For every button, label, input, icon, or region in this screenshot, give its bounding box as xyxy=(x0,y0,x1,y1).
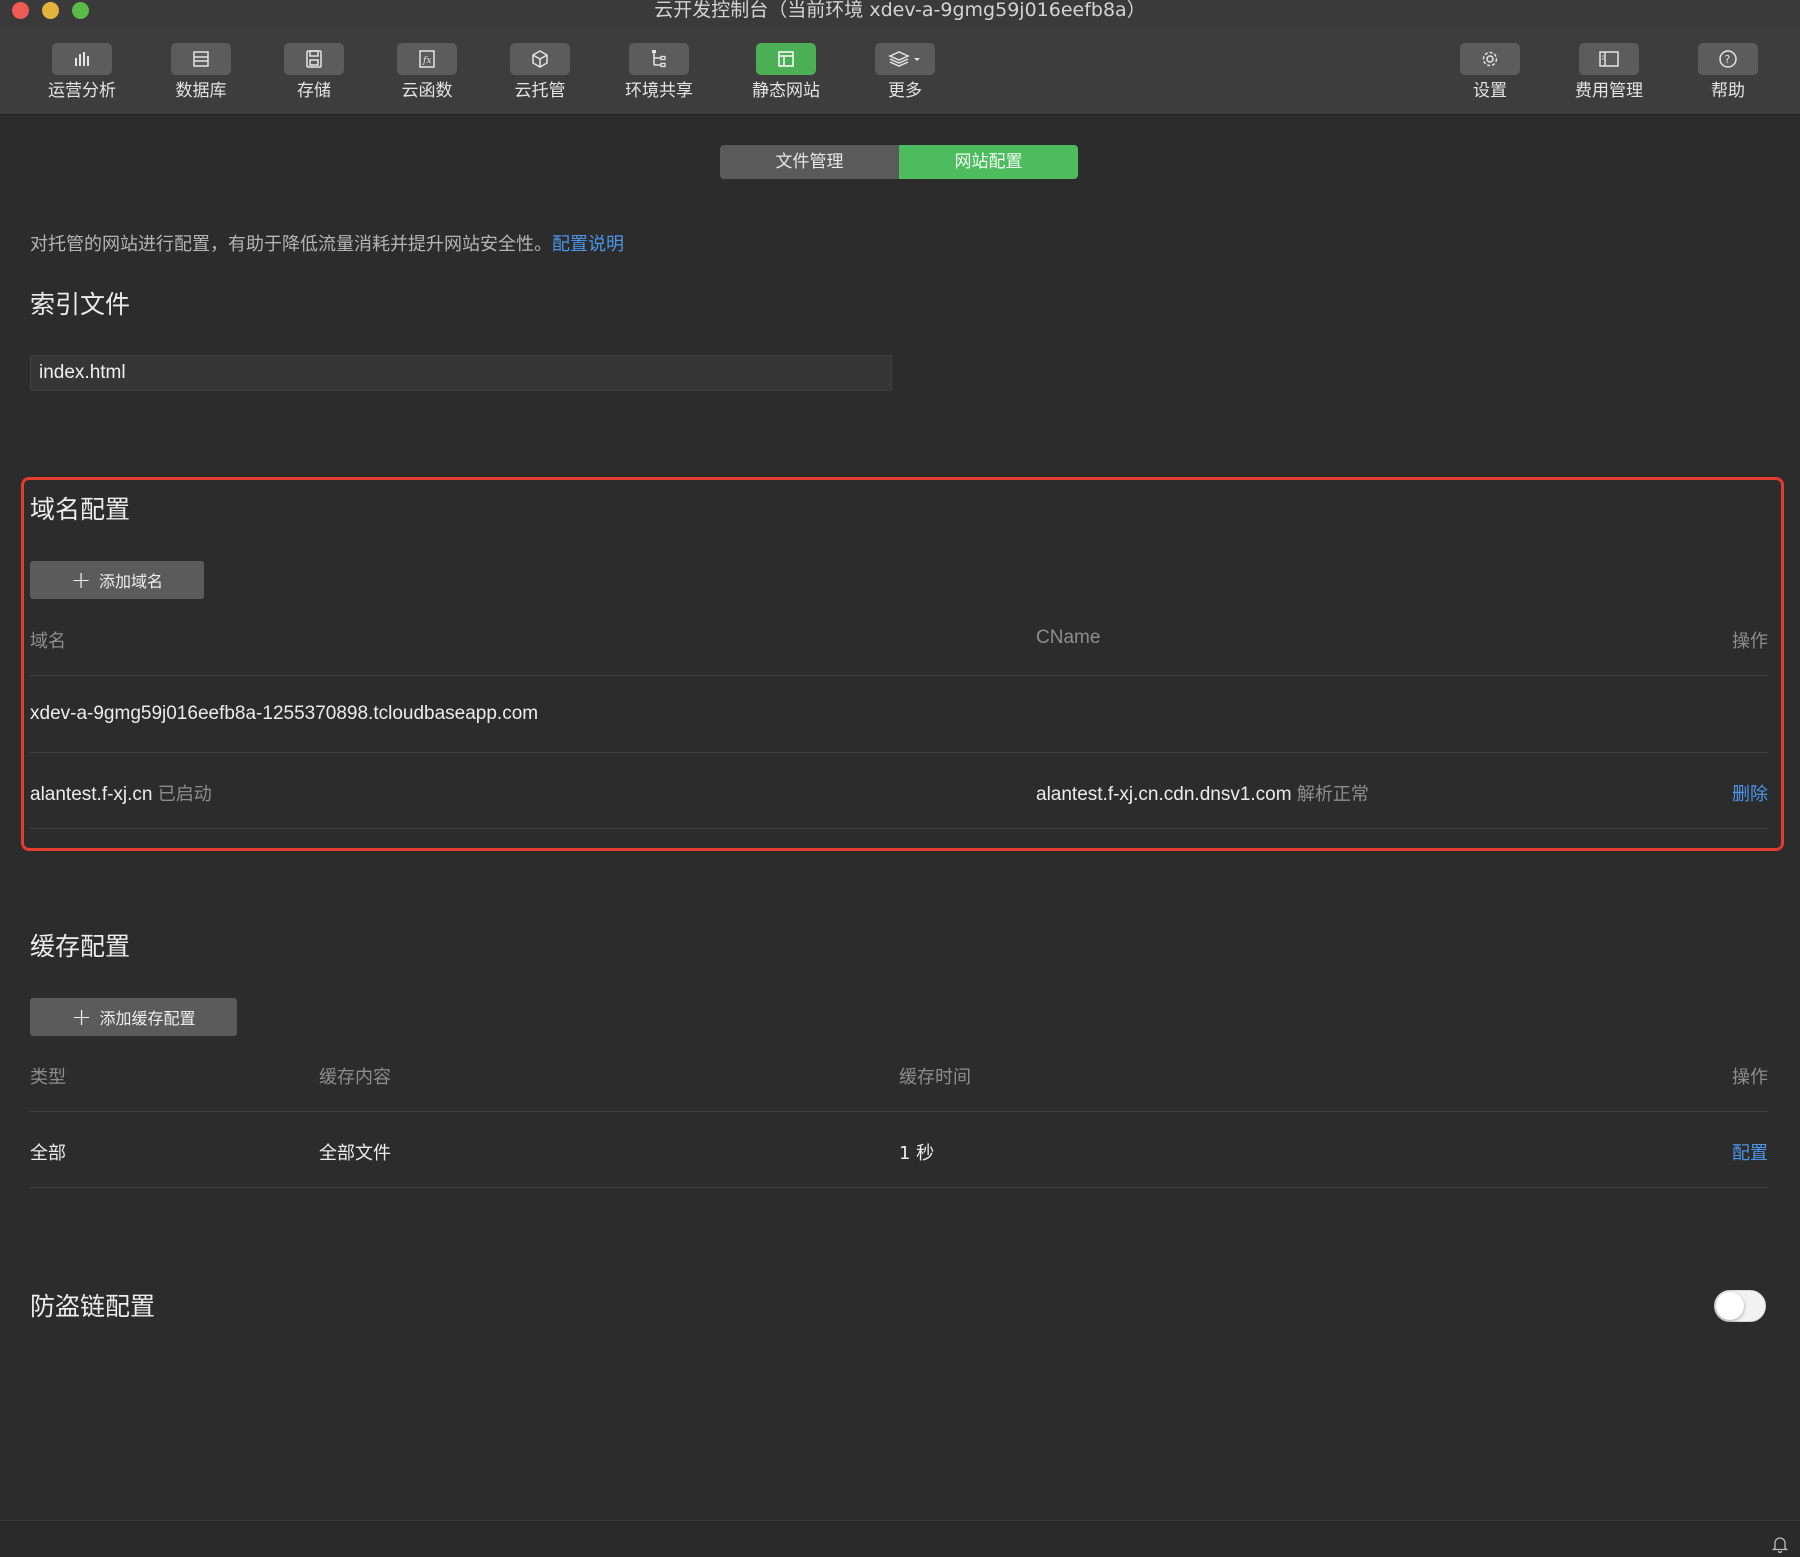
cache-row-type: 全部 xyxy=(30,1143,66,1164)
column-header-cache-time: 缓存时间 xyxy=(899,1067,971,1088)
svg-text:fx: fx xyxy=(422,56,431,66)
table-divider xyxy=(30,675,1768,676)
tab-file-management[interactable]: 文件管理 xyxy=(720,145,899,179)
bell-icon[interactable] xyxy=(1771,1535,1789,1557)
database-icon xyxy=(171,43,231,75)
page-tabs: 文件管理 网站配置 xyxy=(720,145,1078,179)
toolbar-env-share[interactable]: 环境共享 xyxy=(599,43,719,101)
add-cache-config-button[interactable]: + 添加缓存配置 xyxy=(30,998,237,1036)
toolbar-cloud-hosting[interactable]: 云托管 xyxy=(480,43,600,101)
toolbar-database[interactable]: 数据库 xyxy=(141,43,261,101)
column-header-domain: 域名 xyxy=(30,631,66,652)
hotlink-config-title: 防盗链配置 xyxy=(30,1292,156,1321)
tab-site-config[interactable]: 网站配置 xyxy=(899,145,1078,179)
window-title-bar: 云开发控制台（当前环境 xdev-a-9gmg59j016eefb8a） xyxy=(0,0,1800,27)
toolbar-label: 云函数 xyxy=(401,81,453,101)
domain-status: 已启动 xyxy=(157,784,212,805)
plus-icon: + xyxy=(70,566,92,594)
svg-text:?: ? xyxy=(1725,53,1731,66)
add-domain-label: 添加域名 xyxy=(99,572,164,591)
toolbar-label: 设置 xyxy=(1473,81,1507,101)
table-divider xyxy=(30,1187,1768,1188)
domain-row-2-domain: alantest.f-xj.cn 已启动 xyxy=(30,780,212,806)
add-cache-config-label: 添加缓存配置 xyxy=(99,1009,196,1028)
column-header-cname: CName xyxy=(1036,627,1101,648)
function-icon: fx xyxy=(397,43,457,75)
toolbar-label: 运营分析 xyxy=(48,81,116,101)
intro-description: 对托管的网站进行配置，有助于降低流量消耗并提升网站安全性。配置说明 xyxy=(30,230,624,256)
cname-status: 解析正常 xyxy=(1296,784,1369,805)
toolbar-label: 帮助 xyxy=(1711,81,1745,101)
cache-row-content: 全部文件 xyxy=(319,1143,391,1164)
tree-share-icon xyxy=(629,43,689,75)
toolbar-label: 更多 xyxy=(888,81,922,101)
toolbar-label: 静态网站 xyxy=(752,81,820,101)
toolbar-label: 费用管理 xyxy=(1575,81,1643,101)
toolbar-cloud-functions[interactable]: fx 云函数 xyxy=(367,43,487,101)
index-file-title: 索引文件 xyxy=(30,290,131,319)
window-title: 云开发控制台（当前环境 xdev-a-9gmg59j016eefb8a） xyxy=(654,0,1146,21)
help-circle-icon: ? xyxy=(1698,43,1758,75)
toolbar-more[interactable]: 更多 xyxy=(845,43,965,101)
toolbar-label: 环境共享 xyxy=(625,81,693,101)
browser-window-icon xyxy=(756,43,816,75)
intro-text: 对托管的网站进行配置，有助于降低流量消耗并提升网站安全性。 xyxy=(30,234,552,255)
cube-icon xyxy=(510,43,570,75)
toolbar-billing[interactable]: 费用管理 xyxy=(1549,43,1669,101)
floppy-disk-icon xyxy=(284,43,344,75)
index-file-input[interactable] xyxy=(30,355,892,391)
main-toolbar: 运营分析 数据库 存储 fx 云函数 云托管 环境共享 静态网站 更多 设置 费… xyxy=(0,26,1800,115)
domain-config-highlight xyxy=(21,477,1784,851)
config-help-link[interactable]: 配置说明 xyxy=(552,234,624,255)
toolbar-label: 数据库 xyxy=(175,81,227,101)
domain-row-2-cname: alantest.f-xj.cn.cdn.dnsv1.com 解析正常 xyxy=(1036,780,1369,806)
domain-row-1-domain: xdev-a-9gmg59j016eefb8a-1255370898.tclou… xyxy=(30,703,539,724)
table-divider xyxy=(30,1111,1768,1112)
toggle-knob xyxy=(1716,1292,1744,1320)
column-header-type: 类型 xyxy=(30,1067,66,1088)
table-divider xyxy=(30,828,1768,829)
gear-icon xyxy=(1460,43,1520,75)
toolbar-label: 云托管 xyxy=(514,81,566,101)
cache-row-time: 1 秒 xyxy=(899,1143,935,1164)
toolbar-help[interactable]: ? 帮助 xyxy=(1668,43,1788,101)
layers-dropdown-icon xyxy=(875,43,935,75)
domain-config-title: 域名配置 xyxy=(30,495,131,524)
cname-value: alantest.f-xj.cn.cdn.dnsv1.com xyxy=(1036,784,1292,805)
billing-panel-icon xyxy=(1579,43,1639,75)
toolbar-label: 存储 xyxy=(297,81,331,101)
table-divider xyxy=(30,752,1768,753)
delete-domain-link[interactable]: 删除 xyxy=(1732,780,1768,806)
cache-config-title: 缓存配置 xyxy=(30,932,131,961)
configure-cache-link[interactable]: 配置 xyxy=(1732,1139,1768,1165)
column-header-action: 操作 xyxy=(1732,631,1768,652)
bar-chart-icon xyxy=(52,43,112,75)
toolbar-storage[interactable]: 存储 xyxy=(254,43,374,101)
plus-icon: + xyxy=(71,1003,92,1031)
column-header-cache-content: 缓存内容 xyxy=(319,1067,391,1088)
column-header-action: 操作 xyxy=(1732,1067,1768,1088)
add-domain-button[interactable]: + 添加域名 xyxy=(30,561,204,599)
toolbar-static-website[interactable]: 静态网站 xyxy=(726,43,846,101)
status-bar xyxy=(0,1520,1800,1557)
toolbar-analytics[interactable]: 运营分析 xyxy=(22,43,142,101)
domain-name: alantest.f-xj.cn xyxy=(30,784,153,805)
hotlink-protection-toggle[interactable] xyxy=(1714,1290,1766,1322)
toolbar-settings[interactable]: 设置 xyxy=(1430,43,1550,101)
